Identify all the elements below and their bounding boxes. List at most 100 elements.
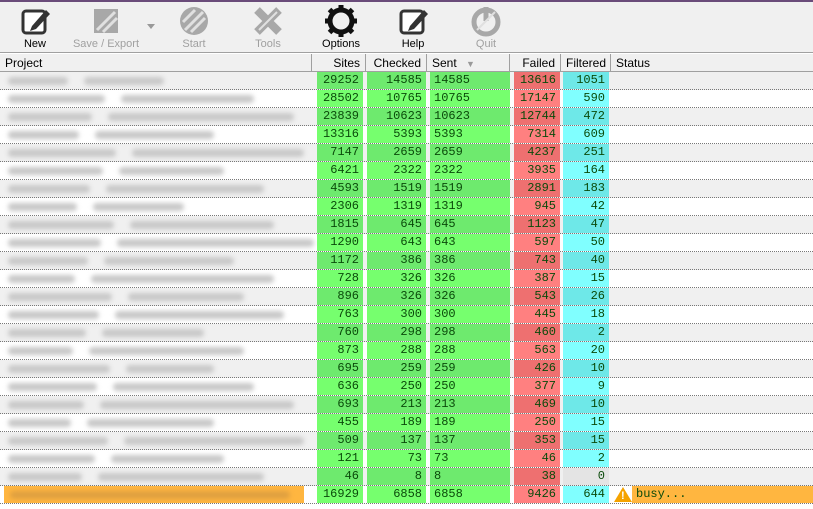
cell-sites: 896 bbox=[317, 288, 363, 305]
column-header-failed[interactable]: Failed bbox=[510, 54, 561, 72]
cell-filtered: 164 bbox=[563, 162, 609, 179]
cell-checked: 10623 bbox=[367, 108, 426, 125]
cell-sites: 29252 bbox=[317, 72, 363, 89]
cell-sites: 1172 bbox=[317, 252, 363, 269]
cell-sent: 298 bbox=[430, 324, 510, 341]
column-header-status[interactable]: Status bbox=[611, 54, 813, 72]
cell-filtered: 1051 bbox=[563, 72, 609, 89]
cell-checked: 73 bbox=[367, 450, 426, 467]
table-row[interactable]: 873 288 288 563 20 bbox=[0, 342, 813, 360]
table-row[interactable]: 46 8 8 38 0 bbox=[0, 468, 813, 486]
cell-failed: 17147 bbox=[514, 90, 560, 107]
save-export-icon bbox=[94, 9, 119, 34]
project-name-blurred bbox=[4, 360, 304, 377]
tools-icon bbox=[254, 7, 282, 35]
cell-checked: 326 bbox=[367, 288, 426, 305]
cell-filtered: 40 bbox=[563, 252, 609, 269]
cell-filtered: 50 bbox=[563, 234, 609, 251]
table-row[interactable]: 4593 1519 1519 2891 183 bbox=[0, 180, 813, 198]
toolbar-button-new[interactable]: New bbox=[0, 2, 70, 53]
cell-sent: 1319 bbox=[430, 198, 510, 215]
cell-sites: 1815 bbox=[317, 216, 363, 233]
column-header-sites[interactable]: Sites bbox=[312, 54, 366, 72]
table-row[interactable]: 1172 386 386 743 40 bbox=[0, 252, 813, 270]
cell-sent: 259 bbox=[430, 360, 510, 377]
cell-sites: 509 bbox=[317, 432, 363, 449]
toolbar-button-tools[interactable]: Tools bbox=[233, 2, 303, 53]
toolbar-button-label: New bbox=[23, 38, 46, 50]
cell-failed: 597 bbox=[514, 234, 560, 251]
table-row[interactable]: 896 326 326 543 26 bbox=[0, 288, 813, 306]
table-row[interactable]: 29252 14585 14585 13616 1051 bbox=[0, 72, 813, 90]
cell-failed: 543 bbox=[514, 288, 560, 305]
toolbar-button-label: Options bbox=[322, 38, 360, 50]
table-row[interactable]: 28502 10765 10765 17147 590 bbox=[0, 90, 813, 108]
cell-sent: 10623 bbox=[430, 108, 510, 125]
toolbar: New Save / Export Start Tools Options Help Qui… bbox=[0, 2, 813, 53]
cell-sent: 326 bbox=[430, 288, 510, 305]
cell-checked: 6858 bbox=[367, 486, 426, 503]
table-row[interactable]: 16929 6858 6858 9426 644! busy... bbox=[0, 486, 813, 504]
toolbar-button-quit[interactable]: Quit bbox=[451, 2, 521, 53]
cell-filtered: 2 bbox=[563, 450, 609, 467]
cell-checked: 2659 bbox=[367, 144, 426, 161]
cell-sent: 326 bbox=[430, 270, 510, 287]
table-row[interactable]: 2306 1319 1319 945 42 bbox=[0, 198, 813, 216]
cell-checked: 213 bbox=[367, 396, 426, 413]
cell-sent: 2322 bbox=[430, 162, 510, 179]
table-row[interactable]: 636 250 250 377 9 bbox=[0, 378, 813, 396]
table-row[interactable]: 7147 2659 2659 4237 251 bbox=[0, 144, 813, 162]
toolbar-button-options[interactable]: Options bbox=[306, 2, 376, 53]
table-row[interactable]: 23839 10623 10623 12744 472 bbox=[0, 108, 813, 126]
table-row[interactable]: 728 326 326 387 15 bbox=[0, 270, 813, 288]
cell-checked: 189 bbox=[367, 414, 426, 431]
toolbar-button-label: Save / Export bbox=[72, 38, 140, 50]
cell-sent: 137 bbox=[430, 432, 510, 449]
cell-checked: 300 bbox=[367, 306, 426, 323]
column-header-project[interactable]: Project bbox=[0, 54, 312, 72]
cell-failed: 250 bbox=[514, 414, 560, 431]
table-row[interactable]: 1290 643 643 597 50 bbox=[0, 234, 813, 252]
cell-checked: 386 bbox=[367, 252, 426, 269]
table-row[interactable]: 13316 5393 5393 7314 609 bbox=[0, 126, 813, 144]
cell-sites: 873 bbox=[317, 342, 363, 359]
cell-checked: 5393 bbox=[367, 126, 426, 143]
table-row[interactable]: 695 259 259 426 10 bbox=[0, 360, 813, 378]
table-row[interactable]: 509 137 137 353 15 bbox=[0, 432, 813, 450]
cell-filtered: 590 bbox=[563, 90, 609, 107]
table-row[interactable]: 763 300 300 445 18 bbox=[0, 306, 813, 324]
cell-sites: 4593 bbox=[317, 180, 363, 197]
cell-sites: 16929 bbox=[317, 486, 363, 503]
toolbar-button-start[interactable]: Start bbox=[159, 2, 229, 53]
cell-checked: 8 bbox=[367, 468, 426, 485]
column-header-sent[interactable]: Sent ▼ bbox=[427, 54, 510, 72]
column-label: Project bbox=[5, 56, 43, 70]
table-header: Project Sites Checked Sent ▼ Failed Filt… bbox=[0, 54, 813, 72]
toolbar-button-help[interactable]: Help bbox=[378, 2, 448, 53]
cell-checked: 1319 bbox=[367, 198, 426, 215]
cell-sites: 693 bbox=[317, 396, 363, 413]
cell-filtered: 183 bbox=[563, 180, 609, 197]
table-row[interactable]: 693 213 213 469 10 bbox=[0, 396, 813, 414]
cell-filtered: 644 bbox=[563, 486, 609, 503]
cell-failed: 353 bbox=[514, 432, 560, 449]
table-row[interactable]: 760 298 298 460 2 bbox=[0, 324, 813, 342]
project-name-blurred bbox=[4, 234, 314, 251]
table-row[interactable]: 6421 2322 2322 3935 164 bbox=[0, 162, 813, 180]
toolbar-button-save-export[interactable]: Save / Export bbox=[71, 2, 141, 53]
project-name-blurred bbox=[4, 378, 304, 395]
save-export-dropdown-arrow-icon[interactable] bbox=[147, 24, 155, 29]
cell-failed: 46 bbox=[514, 450, 560, 467]
column-header-filtered[interactable]: Filtered bbox=[561, 54, 611, 72]
column-label: Checked bbox=[373, 56, 421, 70]
cell-filtered: 15 bbox=[563, 270, 609, 287]
project-name-blurred bbox=[4, 432, 304, 449]
table-row[interactable]: 1815 645 645 1123 47 bbox=[0, 216, 813, 234]
cell-checked: 298 bbox=[367, 324, 426, 341]
column-header-checked[interactable]: Checked bbox=[366, 54, 427, 72]
cell-sent: 189 bbox=[430, 414, 510, 431]
table-row[interactable]: 121 73 73 46 2 bbox=[0, 450, 813, 468]
project-name-blurred bbox=[4, 108, 304, 125]
table-row[interactable]: 455 189 189 250 15 bbox=[0, 414, 813, 432]
cell-failed: 387 bbox=[514, 270, 560, 287]
